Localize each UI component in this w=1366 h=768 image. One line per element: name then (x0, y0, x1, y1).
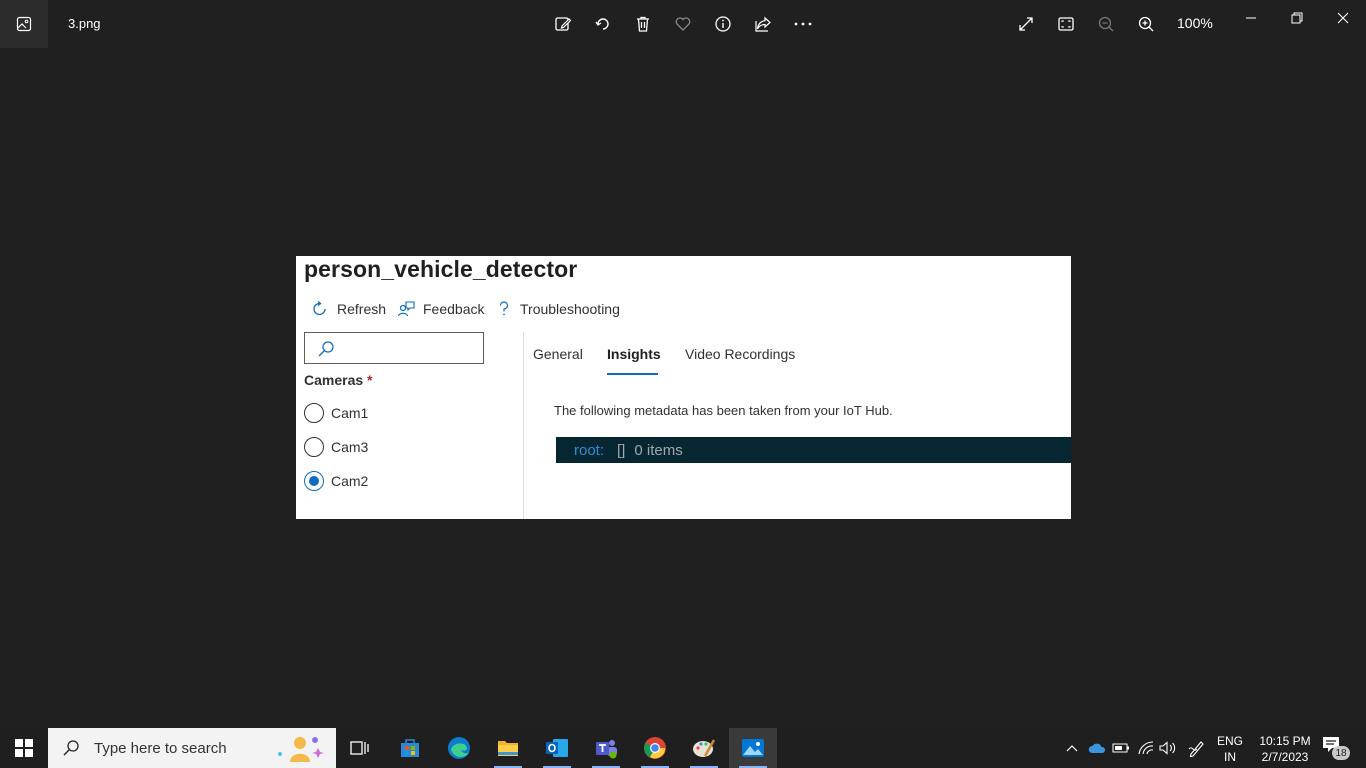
task-view-icon[interactable] (336, 728, 384, 768)
search-placeholder: Type here to search (94, 739, 227, 757)
photos-icon[interactable] (729, 728, 777, 768)
camera-label: Cam1 (331, 405, 369, 421)
refresh-label: Refresh (337, 301, 387, 317)
question-icon (499, 301, 509, 316)
file-name: 3.png (68, 16, 101, 31)
metadata-description: The following metadata has been taken fr… (554, 403, 893, 418)
required-mark: * (367, 372, 373, 388)
troubleshooting-button[interactable]: Troubleshooting (496, 300, 620, 318)
windows-icon (15, 739, 33, 757)
search-highlight-icon (278, 737, 324, 762)
clock[interactable]: 10:15 PM 2/7/2023 (1255, 733, 1315, 765)
minimize-button[interactable] (1228, 4, 1274, 32)
store-icon[interactable] (386, 728, 434, 768)
teams-icon[interactable] (582, 728, 630, 768)
search-icon (63, 740, 79, 756)
fit-window-icon[interactable] (1054, 12, 1078, 36)
tab-insights[interactable]: Insights (607, 346, 661, 362)
cameras-label: Cameras * (304, 372, 373, 388)
clock-date: 2/7/2023 (1261, 750, 1309, 764)
favorite-icon[interactable] (671, 12, 695, 36)
start-button[interactable] (0, 728, 48, 768)
photo-viewer-window: 3.png 100% person_vehicle_detector Refre… (0, 0, 1366, 728)
camera-search-input[interactable] (304, 332, 484, 364)
chevron-up-icon[interactable] (1062, 738, 1082, 758)
camera-label: Cam3 (331, 439, 369, 455)
file-explorer-icon[interactable] (484, 728, 532, 768)
refresh-icon (313, 300, 326, 316)
camera-label: Cam2 (331, 473, 369, 489)
clock-time: 10:15 PM (1259, 734, 1311, 748)
edit-image-icon[interactable] (551, 12, 575, 36)
feedback-label: Feedback (423, 301, 485, 317)
refresh-button[interactable]: Refresh (311, 300, 386, 318)
tab-general[interactable]: General (533, 346, 583, 362)
feedback-icon (397, 301, 415, 317)
camera-radio-cam2[interactable]: Cam2 (304, 471, 368, 491)
info-icon[interactable] (711, 12, 735, 36)
tab-video-recordings[interactable]: Video Recordings (685, 346, 795, 362)
json-bracket: [] (617, 441, 626, 459)
zoom-out-icon[interactable] (1094, 12, 1118, 36)
edge-icon[interactable] (435, 728, 483, 768)
active-tab-indicator (607, 373, 658, 375)
taskbar-search-box[interactable]: Type here to search (48, 728, 336, 768)
battery-icon[interactable] (1111, 738, 1131, 758)
chrome-icon[interactable] (631, 728, 679, 768)
wifi-icon[interactable] (1136, 738, 1156, 758)
volume-icon[interactable] (1158, 738, 1178, 758)
onedrive-icon[interactable] (1087, 738, 1107, 758)
rotate-icon[interactable] (591, 12, 615, 36)
json-root-key[interactable]: root: (574, 442, 604, 459)
search-icon (318, 341, 334, 357)
zoom-in-icon[interactable] (1134, 12, 1158, 36)
close-button[interactable] (1320, 4, 1366, 32)
outlook-icon[interactable] (533, 728, 581, 768)
radio-circle[interactable] (304, 403, 324, 423)
json-item-count: 0 items (634, 441, 683, 459)
language-indicator[interactable]: ENG IN (1217, 733, 1243, 765)
notification-center-button[interactable]: 18 (1322, 736, 1350, 760)
delete-icon[interactable] (631, 12, 655, 36)
json-viewer[interactable]: root: [] 0 items (556, 437, 1071, 463)
camera-radio-cam1[interactable]: Cam1 (304, 403, 368, 423)
share-icon[interactable] (751, 12, 775, 36)
radio-circle[interactable] (304, 437, 324, 457)
page-title: person_vehicle_detector (304, 256, 578, 282)
feedback-button[interactable]: Feedback (397, 300, 484, 318)
lang-region: IN (1224, 750, 1236, 764)
restore-button[interactable] (1274, 4, 1320, 32)
radio-circle-selected[interactable] (304, 471, 324, 491)
notification-count: 18 (1332, 746, 1350, 760)
more-icon[interactable] (791, 12, 815, 36)
displayed-image: person_vehicle_detector Refresh Feedback… (296, 256, 1071, 519)
taskbar: Type here to search ENG IN 10:15 PM 2/7/… (0, 728, 1366, 768)
troubleshooting-label: Troubleshooting (520, 301, 620, 317)
photos-app-icon[interactable] (0, 0, 48, 48)
lang-code: ENG (1217, 734, 1244, 748)
pen-icon[interactable] (1187, 738, 1207, 758)
pane-divider (523, 332, 524, 519)
zoom-level[interactable]: 100% (1177, 15, 1213, 31)
full-screen-icon[interactable] (1014, 12, 1038, 36)
paint-icon[interactable] (680, 728, 728, 768)
camera-radio-cam3[interactable]: Cam3 (304, 437, 368, 457)
title-bar: 3.png 100% (0, 0, 1366, 48)
